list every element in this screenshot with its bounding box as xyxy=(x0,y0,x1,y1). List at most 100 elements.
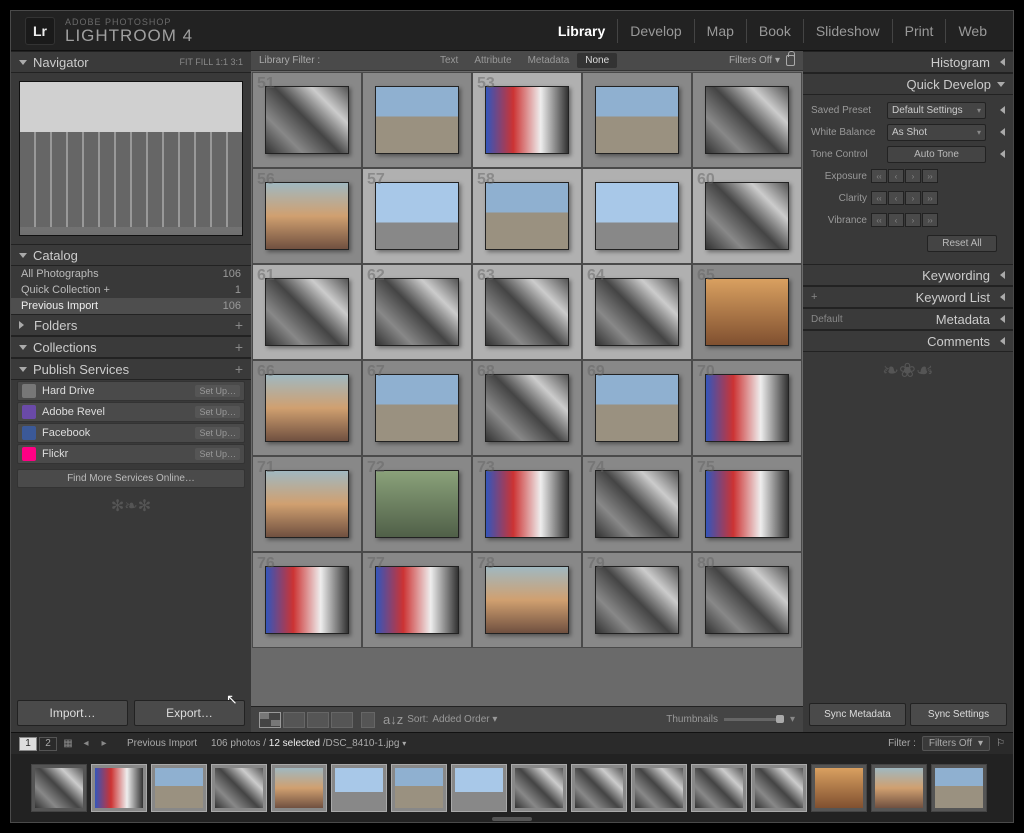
folders-header[interactable]: Folders + xyxy=(11,314,251,336)
grid-cell[interactable]: 65 xyxy=(692,264,802,360)
photo-thumbnail[interactable] xyxy=(265,86,349,154)
keywording-header[interactable]: Keywording xyxy=(803,264,1013,286)
screen-2-button[interactable]: 2 xyxy=(39,737,57,751)
grid-cell[interactable]: 66 xyxy=(252,360,362,456)
publish-header[interactable]: Publish Services + xyxy=(11,358,251,380)
filmstrip-cell[interactable] xyxy=(331,764,387,812)
module-develop[interactable]: Develop xyxy=(618,19,694,43)
photo-thumbnail[interactable] xyxy=(375,470,459,538)
filter-tab-attribute[interactable]: Attribute xyxy=(466,53,519,68)
grid-cell[interactable]: 79 xyxy=(582,552,692,648)
grid-cell[interactable]: 80 xyxy=(692,552,802,648)
photo-thumbnail[interactable] xyxy=(485,470,569,538)
filters-off-dropdown[interactable]: Filters Off ▾ xyxy=(729,55,780,66)
photo-thumbnail[interactable] xyxy=(595,182,679,250)
photo-thumbnail[interactable] xyxy=(375,374,459,442)
filmstrip-cell[interactable] xyxy=(931,764,987,812)
back-icon[interactable]: ◂ xyxy=(80,738,92,750)
screen-1-button[interactable]: 1 xyxy=(19,737,37,751)
sync-settings-button[interactable]: Sync Settings xyxy=(910,703,1007,726)
add-keyword-icon[interactable]: + xyxy=(811,291,817,303)
grid-cell[interactable]: 76 xyxy=(252,552,362,648)
grid-cell[interactable]: 78 xyxy=(472,552,582,648)
filmstrip-cell[interactable] xyxy=(91,764,147,812)
filmstrip-cell[interactable] xyxy=(451,764,507,812)
add-publish-icon[interactable]: + xyxy=(235,361,243,377)
filmstrip-cell[interactable] xyxy=(751,764,807,812)
publish-service-item[interactable]: FlickrSet Up… xyxy=(17,444,245,464)
quickdevelop-header[interactable]: Quick Develop xyxy=(803,73,1013,95)
photo-thumbnail[interactable] xyxy=(595,86,679,154)
photo-thumbnail[interactable] xyxy=(265,566,349,634)
photo-thumbnail[interactable] xyxy=(705,470,789,538)
setup-button[interactable]: Set Up… xyxy=(195,427,240,439)
export-button[interactable]: Export… xyxy=(134,700,245,726)
grid-cell[interactable]: 75 xyxy=(692,456,802,552)
filmstrip-cell[interactable] xyxy=(631,764,687,812)
thumbnail-size-slider[interactable] xyxy=(724,718,784,721)
photo-thumbnail[interactable] xyxy=(595,278,679,346)
grid-cell[interactable]: 64 xyxy=(582,264,692,360)
grid-cell[interactable] xyxy=(582,168,692,264)
publish-service-item[interactable]: Hard DriveSet Up… xyxy=(17,381,245,401)
photo-thumbnail[interactable] xyxy=(595,566,679,634)
grid-cell[interactable] xyxy=(692,72,802,168)
painter-tool-button[interactable] xyxy=(361,712,375,728)
photo-thumbnail[interactable] xyxy=(485,182,569,250)
preset-collapse-icon[interactable] xyxy=(996,106,1005,114)
grid-cell[interactable]: 53 xyxy=(472,72,582,168)
clarity-stepper[interactable]: ‹‹‹››› xyxy=(871,191,938,205)
collections-header[interactable]: Collections + xyxy=(11,336,251,358)
filmstrip-cell[interactable] xyxy=(691,764,747,812)
grid-cell[interactable]: 71 xyxy=(252,456,362,552)
photo-thumbnail[interactable] xyxy=(705,278,789,346)
keywordlist-header[interactable]: + Keyword List xyxy=(803,286,1013,308)
tone-collapse-icon[interactable] xyxy=(996,150,1005,158)
publish-service-item[interactable]: FacebookSet Up… xyxy=(17,423,245,443)
sort-direction-icon[interactable]: a↓z xyxy=(383,712,403,727)
module-map[interactable]: Map xyxy=(695,19,747,43)
grid-cell[interactable]: 60 xyxy=(692,168,802,264)
catalog-item[interactable]: Previous Import106 xyxy=(11,298,251,314)
grid-cell[interactable]: 72 xyxy=(362,456,472,552)
histogram-header[interactable]: Histogram xyxy=(803,51,1013,73)
add-folder-icon[interactable]: + xyxy=(235,317,243,333)
resetall-button[interactable]: Reset All xyxy=(927,235,997,252)
grid-cell[interactable]: 73 xyxy=(472,456,582,552)
toolbar-menu-icon[interactable]: ▾ xyxy=(790,714,795,725)
import-button[interactable]: Import… xyxy=(17,700,128,726)
grid-cell[interactable]: 58 xyxy=(472,168,582,264)
wb-collapse-icon[interactable] xyxy=(996,128,1005,136)
photo-thumbnail[interactable] xyxy=(705,182,789,250)
filmstrip-cell[interactable] xyxy=(571,764,627,812)
survey-view-button[interactable] xyxy=(331,712,353,728)
grid-cell[interactable]: 61 xyxy=(252,264,362,360)
grid-cell[interactable]: 69 xyxy=(582,360,692,456)
photo-thumbnail[interactable] xyxy=(485,374,569,442)
module-library[interactable]: Library xyxy=(546,19,618,43)
photo-thumbnail[interactable] xyxy=(375,86,459,154)
module-book[interactable]: Book xyxy=(747,19,804,43)
photo-thumbnail[interactable] xyxy=(375,278,459,346)
photo-thumbnail[interactable] xyxy=(485,86,569,154)
filmstrip-cell[interactable] xyxy=(151,764,207,812)
photo-thumbnail[interactable] xyxy=(265,278,349,346)
grid-cell[interactable]: 56 xyxy=(252,168,362,264)
filter-tab-text[interactable]: Text xyxy=(432,53,466,68)
filmstrip-cell[interactable] xyxy=(511,764,567,812)
filmstrip-cell[interactable] xyxy=(31,764,87,812)
grid-cell[interactable]: 68 xyxy=(472,360,582,456)
publish-service-item[interactable]: Adobe RevelSet Up… xyxy=(17,402,245,422)
photo-thumbnail[interactable] xyxy=(375,182,459,250)
grid-icon[interactable]: ▦ xyxy=(62,738,74,750)
filter-tab-none[interactable]: None xyxy=(577,53,617,68)
grid-cell[interactable]: 62 xyxy=(362,264,472,360)
add-collection-icon[interactable]: + xyxy=(235,339,243,355)
find-more-services-button[interactable]: Find More Services Online… xyxy=(17,469,245,488)
photo-thumbnail[interactable] xyxy=(485,566,569,634)
setup-button[interactable]: Set Up… xyxy=(195,385,240,397)
filmstrip-handle[interactable] xyxy=(492,817,532,821)
filter-tab-metadata[interactable]: Metadata xyxy=(520,53,578,68)
catalog-item[interactable]: All Photographs106 xyxy=(11,266,251,282)
exposure-stepper[interactable]: ‹‹‹››› xyxy=(871,169,938,183)
